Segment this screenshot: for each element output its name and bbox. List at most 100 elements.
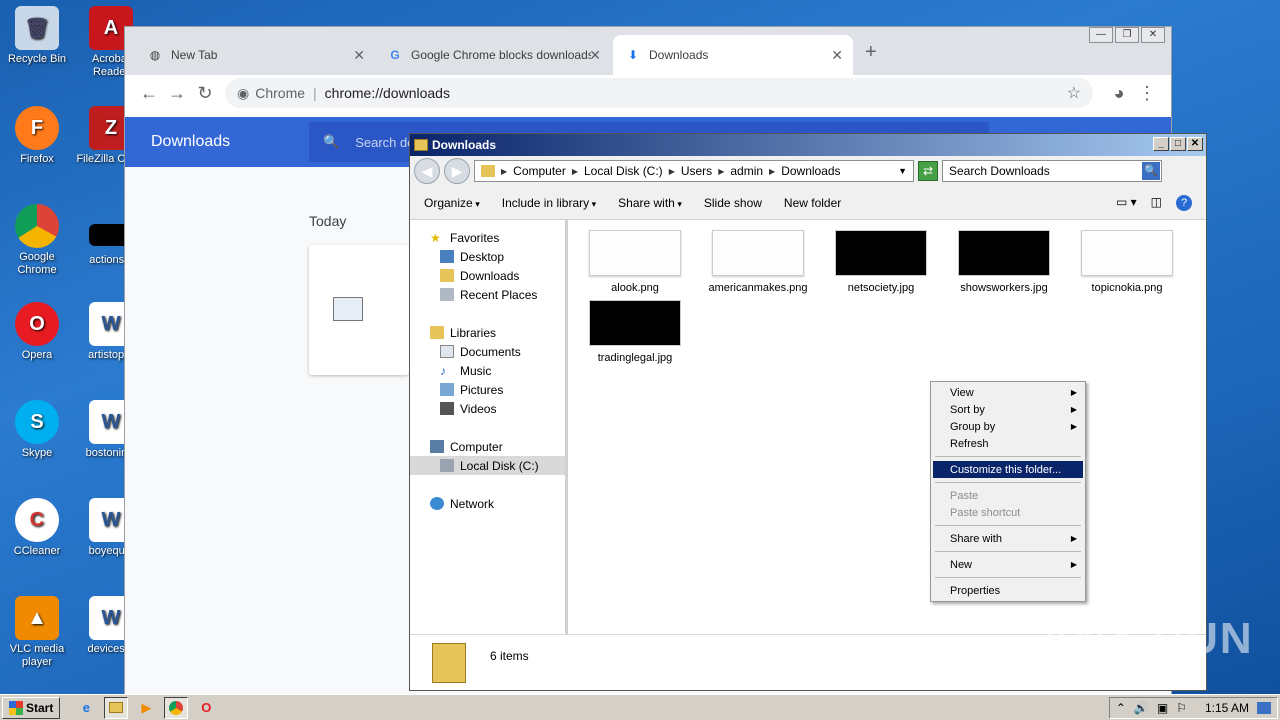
network-tray-icon[interactable]: ▣ (1157, 701, 1168, 715)
nav-music[interactable]: ♪ Music (410, 361, 565, 380)
close-window-button[interactable]: ✕ (1187, 137, 1203, 151)
breadcrumb-local-disk[interactable]: Local Disk (C:) (584, 164, 663, 178)
menu-item-paste[interactable]: Paste (933, 487, 1083, 504)
new-folder-button[interactable]: New folder (784, 196, 841, 210)
file-item[interactable]: alook.png (576, 230, 694, 294)
explorer-taskbar-icon[interactable] (104, 696, 129, 719)
desktop-icon-ccleaner[interactable]: C CCleaner (2, 498, 72, 558)
desktop-icon-vlc[interactable]: ▲ VLC media player (2, 596, 72, 669)
chevron-right-icon: ▶ (571, 166, 578, 176)
chevron-up-icon[interactable]: ⌃ (1116, 701, 1126, 715)
file-list: alook.png americanmakes.png netsociety.j… (568, 220, 1206, 634)
breadcrumb[interactable]: ▶ Computer ▶ Local Disk (C:) ▶ Users ▶ a… (474, 160, 914, 182)
reload-icon[interactable]: ↻ (191, 83, 219, 104)
star-icon[interactable]: ☆ (1067, 83, 1081, 103)
search-icon[interactable]: 🔍 (1142, 162, 1160, 180)
nav-desktop[interactable]: Desktop (410, 247, 565, 266)
menu-item-properties[interactable]: Properties (933, 582, 1083, 599)
slide-show-button[interactable]: Slide show (704, 196, 762, 210)
ie-icon[interactable]: e (74, 697, 98, 719)
volume-icon[interactable]: 🔊 (1134, 701, 1149, 715)
nav-pictures[interactable]: Pictures (410, 380, 565, 399)
tab-downloads[interactable]: ⬇ Downloads ✕ (613, 35, 853, 75)
browser-toolbar: ← → ↻ ◉ Chrome | chrome://downloads ☆ ◕ … (125, 75, 1171, 111)
tab-new-tab[interactable]: ◍ New Tab ✕ (135, 35, 375, 75)
nav-documents[interactable]: Documents (410, 342, 565, 361)
menu-item-paste-shortcut[interactable]: Paste shortcut (933, 504, 1083, 521)
menu-item-sort-by[interactable]: Sort by ▶ (933, 401, 1083, 418)
organize-button[interactable]: Organize (424, 196, 480, 210)
nav-libraries[interactable]: Libraries (410, 323, 565, 342)
watermark: ANY RUN (1040, 614, 1254, 663)
refresh-icon[interactable]: ⇄ (918, 161, 938, 181)
menu-item-customize-folder[interactable]: Customize this folder... (933, 461, 1083, 478)
file-item[interactable]: showsworkers.jpg (945, 230, 1063, 294)
close-icon[interactable]: ✕ (353, 47, 365, 64)
desktop-icon-firefox[interactable]: F Firefox (2, 106, 72, 166)
forward-icon[interactable]: ▶ (444, 158, 470, 184)
start-button[interactable]: Start (2, 696, 61, 719)
chrome-taskbar-icon[interactable] (164, 696, 189, 719)
tab-google-chrome-blocks[interactable]: G Google Chrome blocks downloads - G ✕ (375, 35, 611, 75)
profile-icon[interactable]: ◕ (1105, 83, 1133, 104)
file-item[interactable]: tradinglegal.jpg (576, 300, 694, 364)
back-icon[interactable]: ◀ (414, 158, 440, 184)
image-thumbnail (1081, 230, 1173, 276)
nav-favorites[interactable]: ★ Favorites (410, 228, 565, 247)
new-tab-button[interactable]: + (865, 41, 877, 64)
nav-local-disk[interactable]: Local Disk (C:) (410, 456, 565, 475)
close-icon[interactable]: ✕ (831, 47, 843, 64)
address-bar[interactable]: ◉ Chrome | chrome://downloads ☆ (225, 78, 1093, 108)
desktop-icon-recycle-bin[interactable]: 🗑 Recycle Bin (2, 6, 72, 66)
folder-icon (414, 139, 428, 151)
media-player-icon[interactable]: ▶ (134, 697, 158, 719)
menu-item-new[interactable]: New ▶ (933, 556, 1083, 573)
nav-downloads[interactable]: Downloads (410, 266, 565, 285)
help-icon[interactable]: ? (1176, 194, 1192, 211)
menu-item-view[interactable]: View ▶ (933, 384, 1083, 401)
close-icon[interactable]: ✕ (589, 47, 601, 64)
breadcrumb-users[interactable]: Users (681, 164, 712, 178)
menu-icon[interactable]: ⋮ (1133, 83, 1161, 104)
menu-item-group-by[interactable]: Group by ▶ (933, 418, 1083, 435)
share-with-button[interactable]: Share with (618, 196, 682, 210)
breadcrumb-admin[interactable]: admin (730, 164, 763, 178)
file-item[interactable]: americanmakes.png (699, 230, 817, 294)
opera-taskbar-icon[interactable]: O (194, 697, 218, 719)
show-desktop-icon[interactable] (1257, 701, 1271, 714)
maximize-button[interactable]: □ (1170, 137, 1186, 151)
menu-item-refresh[interactable]: Refresh (933, 435, 1083, 452)
minimize-button[interactable]: — (1089, 27, 1113, 43)
nav-recent-places[interactable]: Recent Places (410, 285, 565, 304)
view-options-icon[interactable]: ▭ ▾ (1116, 195, 1137, 211)
minimize-button[interactable]: _ (1153, 137, 1169, 151)
windows-logo-icon (9, 700, 23, 715)
vlc-icon: ▲ (15, 596, 59, 640)
download-icon: ⬇ (627, 48, 639, 62)
desktop-icon-skype[interactable]: S Skype (2, 400, 72, 460)
file-item[interactable]: topicnokia.png (1068, 230, 1186, 294)
maximize-button[interactable]: ❐ (1115, 27, 1139, 43)
close-window-button[interactable]: ✕ (1141, 27, 1165, 43)
submenu-arrow-icon: ▶ (1070, 534, 1077, 543)
back-icon[interactable]: ← (135, 83, 163, 104)
download-card[interactable] (309, 245, 409, 375)
desktop-icon-chrome[interactable]: Google Chrome (2, 204, 72, 277)
breadcrumb-downloads[interactable]: Downloads (781, 164, 840, 178)
flag-icon[interactable]: ⚐ (1176, 701, 1187, 715)
explorer-window: Downloads _ □ ✕ ◀ ▶ ▶ Computer ▶ Local D… (409, 133, 1207, 691)
clock[interactable]: 1:15 AM (1205, 701, 1249, 715)
nav-computer[interactable]: Computer (410, 437, 565, 456)
preview-pane-icon[interactable]: ◫ (1151, 195, 1162, 211)
forward-icon[interactable]: → (163, 83, 191, 104)
nav-network[interactable]: Network (410, 494, 565, 513)
explorer-search-input[interactable]: Search Downloads 🔍 (942, 160, 1162, 182)
chrome-icon (15, 204, 59, 248)
chevron-down-icon[interactable]: ▼ (898, 166, 907, 176)
breadcrumb-computer[interactable]: Computer (513, 164, 566, 178)
menu-item-share-with[interactable]: Share with ▶ (933, 530, 1083, 547)
nav-videos[interactable]: Videos (410, 399, 565, 418)
desktop-icon-opera[interactable]: O Opera (2, 302, 72, 362)
include-in-library-button[interactable]: Include in library (502, 196, 596, 210)
file-item[interactable]: netsociety.jpg (822, 230, 940, 294)
